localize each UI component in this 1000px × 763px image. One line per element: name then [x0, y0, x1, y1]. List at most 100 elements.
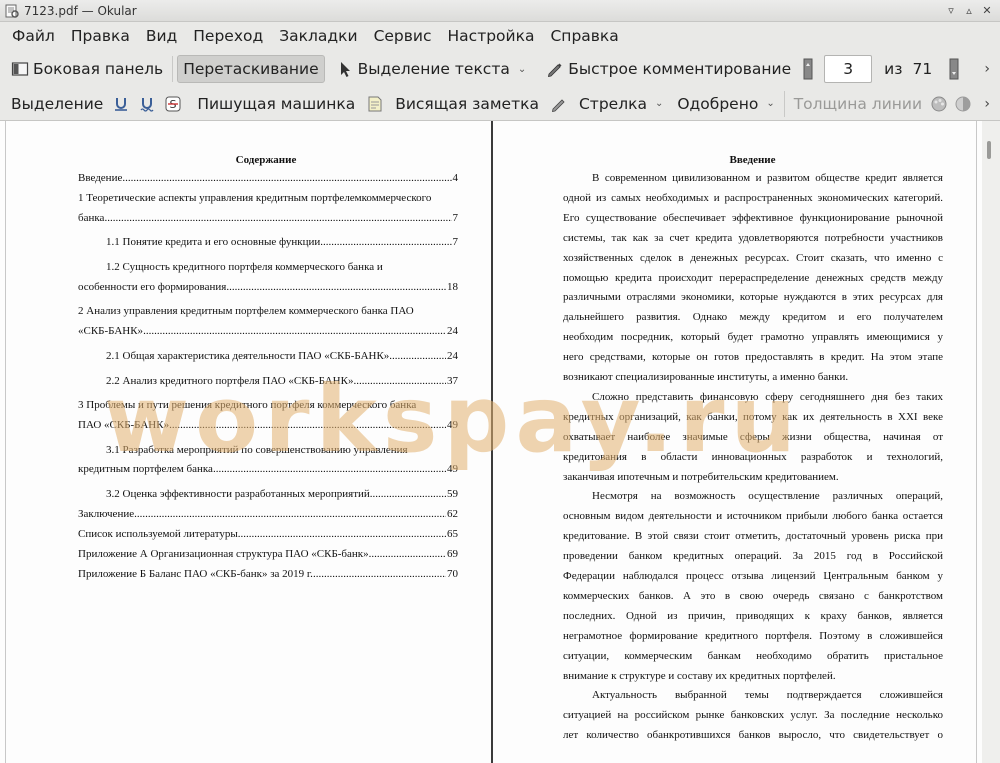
drag-mode-label: Перетаскивание	[183, 60, 319, 78]
toc-entry[interactable]: 3.1 Разработка мероприятий по совершенст…	[106, 444, 458, 457]
toc-entry[interactable]: 3 Проблемы и пути решения кредитного пор…	[78, 399, 458, 412]
arrow-tool-label: Стрелка	[578, 94, 647, 113]
main-toolbar: Боковая панель Перетаскивание Выделение …	[0, 52, 1000, 86]
toc-entry[interactable]: Список используемой литературы65	[78, 528, 458, 541]
cursor-arrow-icon	[340, 62, 350, 77]
toc-entry[interactable]: Введение4	[78, 172, 458, 185]
color-button[interactable]	[927, 90, 951, 118]
toolbar-overflow-icon[interactable]: ›	[984, 96, 990, 112]
squiggly-tool-button[interactable]	[134, 90, 160, 118]
page-total-label: 71	[912, 60, 933, 78]
intro-text-line: охватывает наиболее значимые сферы жизни…	[563, 430, 943, 443]
menu-settings[interactable]: Настройка	[440, 23, 543, 49]
minimize-icon[interactable]: ▿	[944, 4, 958, 18]
close-icon[interactable]: ✕	[980, 4, 994, 18]
intro-text-line: Несмотря на возможность осуществление ра…	[592, 490, 943, 503]
freehand-tool-button[interactable]	[544, 90, 574, 118]
menu-file[interactable]: Файл	[4, 23, 63, 49]
stamp-tool-button[interactable]: Одобрено ⌄	[672, 90, 779, 118]
intro-text-line: основным видом деятельности и источником…	[563, 510, 943, 523]
intro-text-line: последних. Одной из причин, приводящих к…	[563, 609, 943, 622]
toc-entry[interactable]: 1 Теоретические аспекты управления креди…	[78, 192, 458, 205]
intro-title: Введение	[729, 154, 776, 166]
intro-text-line: него средствами, которые он готов предос…	[563, 351, 943, 364]
opacity-icon	[955, 96, 971, 111]
toc-entry[interactable]: 1.2 Сущность кредитного портфеля коммерч…	[106, 261, 458, 274]
toc-entry[interactable]: «СКБ-БАНК»24	[78, 325, 458, 338]
opacity-button[interactable]	[951, 90, 975, 118]
vertical-scrollbar[interactable]	[982, 121, 1000, 763]
menu-help[interactable]: Справка	[542, 23, 626, 49]
page-number-input[interactable]: 3	[824, 55, 873, 83]
color-palette-icon	[931, 96, 947, 111]
menu-edit[interactable]: Правка	[63, 23, 138, 49]
toc-entry[interactable]: 2 Анализ управления кредитным портфелем …	[78, 305, 458, 318]
chevron-down-icon[interactable]: ⌄	[518, 64, 526, 75]
menu-tools[interactable]: Сервис	[366, 23, 440, 49]
quick-comment-button[interactable]: Быстрое комментирование	[541, 55, 796, 83]
toc-entry[interactable]: кредитным портфелем банка49	[78, 463, 458, 476]
next-page-button[interactable]	[946, 55, 962, 83]
toc-entry[interactable]: Приложение А Организационная структура П…	[78, 548, 458, 561]
strikeout-tool-button[interactable]: S	[160, 90, 186, 118]
menu-go[interactable]: Переход	[185, 23, 271, 49]
prev-page-icon	[803, 58, 813, 80]
sidebar-toggle-button[interactable]: Боковая панель	[6, 55, 168, 83]
intro-text-line: неграмотное формирование кредитного порт…	[563, 629, 943, 642]
sticky-note-button[interactable]: Висящая заметка	[390, 90, 544, 118]
toc-entry[interactable]: 1.1 Понятие кредита и его основные функц…	[106, 236, 458, 249]
intro-text-line: Сложно представить финансовую сферу сего…	[592, 390, 943, 403]
toc-entry[interactable]: 2.1 Общая характеристика деятельности ПА…	[106, 350, 458, 363]
next-page-icon	[949, 58, 959, 80]
line-width-label: Толщина линии	[793, 94, 923, 113]
okular-window: 7123.pdf — Okular ▿ ▵ ✕ Файл Правка Вид …	[0, 0, 1000, 763]
toc-entry[interactable]: Приложение Б Баланс ПАО «СКБ-банк» за 20…	[78, 568, 458, 581]
prev-page-button[interactable]	[800, 55, 816, 83]
menu-bookmarks[interactable]: Закладки	[271, 23, 365, 49]
stamp-tool-label: Одобрено	[677, 94, 759, 113]
page-separator	[491, 121, 493, 763]
arrow-tool-button[interactable]: Стрелка ⌄	[574, 90, 668, 118]
chevron-down-icon[interactable]: ⌄	[655, 98, 663, 109]
intro-text-line: Федерации наблюдался процесс отзыва лице…	[563, 570, 943, 582]
toc-entry[interactable]: ПАО «СКБ-БАНК»49	[78, 419, 458, 432]
intro-text-line: кредитование. В этой связи стоит отметит…	[563, 530, 943, 543]
toc-entry[interactable]: банка7	[78, 212, 458, 225]
annotation-toolbar: Выделение S Пишущая машинка	[0, 87, 1000, 121]
intro-text-line: возникают специализированные институты, …	[563, 371, 849, 383]
highlight-tool-label: Выделение	[11, 94, 104, 113]
toc-entry[interactable]: 2.2 Анализ кредитного портфеля ПАО «СКБ-…	[106, 375, 458, 388]
scrollbar-thumb[interactable]	[987, 141, 991, 159]
menu-view[interactable]: Вид	[138, 23, 185, 49]
intro-text-line: помощью кредита происходит перераспредел…	[563, 271, 943, 284]
intro-text-line: хозяйственных сделок в денежных ресурсах…	[563, 251, 943, 264]
pencil-icon	[551, 98, 565, 112]
typewriter-tool-button[interactable]: Пишущая машинка	[192, 90, 360, 118]
intro-text-line: внимание к структуре и составу их кредит…	[563, 669, 836, 682]
pen-annotate-icon	[548, 63, 562, 78]
document-view[interactable]: Содержание Введение4 1 Теоретические асп…	[0, 121, 1000, 763]
toc-entry[interactable]: 3.2 Оценка эффективности разработанных м…	[106, 488, 458, 501]
toc-title: Содержание	[235, 154, 297, 166]
intro-text-line: кредитных организаций, как банки, потому…	[563, 410, 943, 423]
page-of-label: из	[884, 60, 903, 78]
line-width-button[interactable]: Толщина линии	[789, 90, 927, 118]
highlight-tool-button[interactable]: Выделение	[6, 90, 108, 118]
inline-note-button[interactable]	[360, 90, 390, 118]
maximize-icon[interactable]: ▵	[962, 4, 976, 18]
drag-mode-button[interactable]: Перетаскивание	[177, 55, 325, 83]
text-select-button[interactable]: Выделение текста ⌄	[331, 55, 532, 83]
underline-tool-button[interactable]	[108, 90, 134, 118]
intro-text-line: лет количество обанкротившихся банков вы…	[563, 729, 943, 742]
sidebar-icon	[11, 62, 29, 76]
toc-entry[interactable]: особенности его формирования18	[78, 281, 458, 294]
intro-text-line: Актуальность выбранной темы подтверждает…	[592, 689, 943, 702]
intro-text-line: проведении банком кредитных операций. За…	[563, 550, 943, 563]
toc-entry[interactable]: Заключение62	[78, 508, 458, 521]
text-select-label: Выделение текста	[357, 60, 510, 78]
quick-comment-label: Быстрое комментирование	[568, 60, 792, 78]
intro-text-line: дальнейшего развития. Однако между креди…	[563, 311, 943, 324]
toolbar-overflow-icon[interactable]: ›	[984, 61, 990, 77]
chevron-down-icon[interactable]: ⌄	[766, 98, 774, 109]
okular-app-icon	[5, 4, 19, 18]
